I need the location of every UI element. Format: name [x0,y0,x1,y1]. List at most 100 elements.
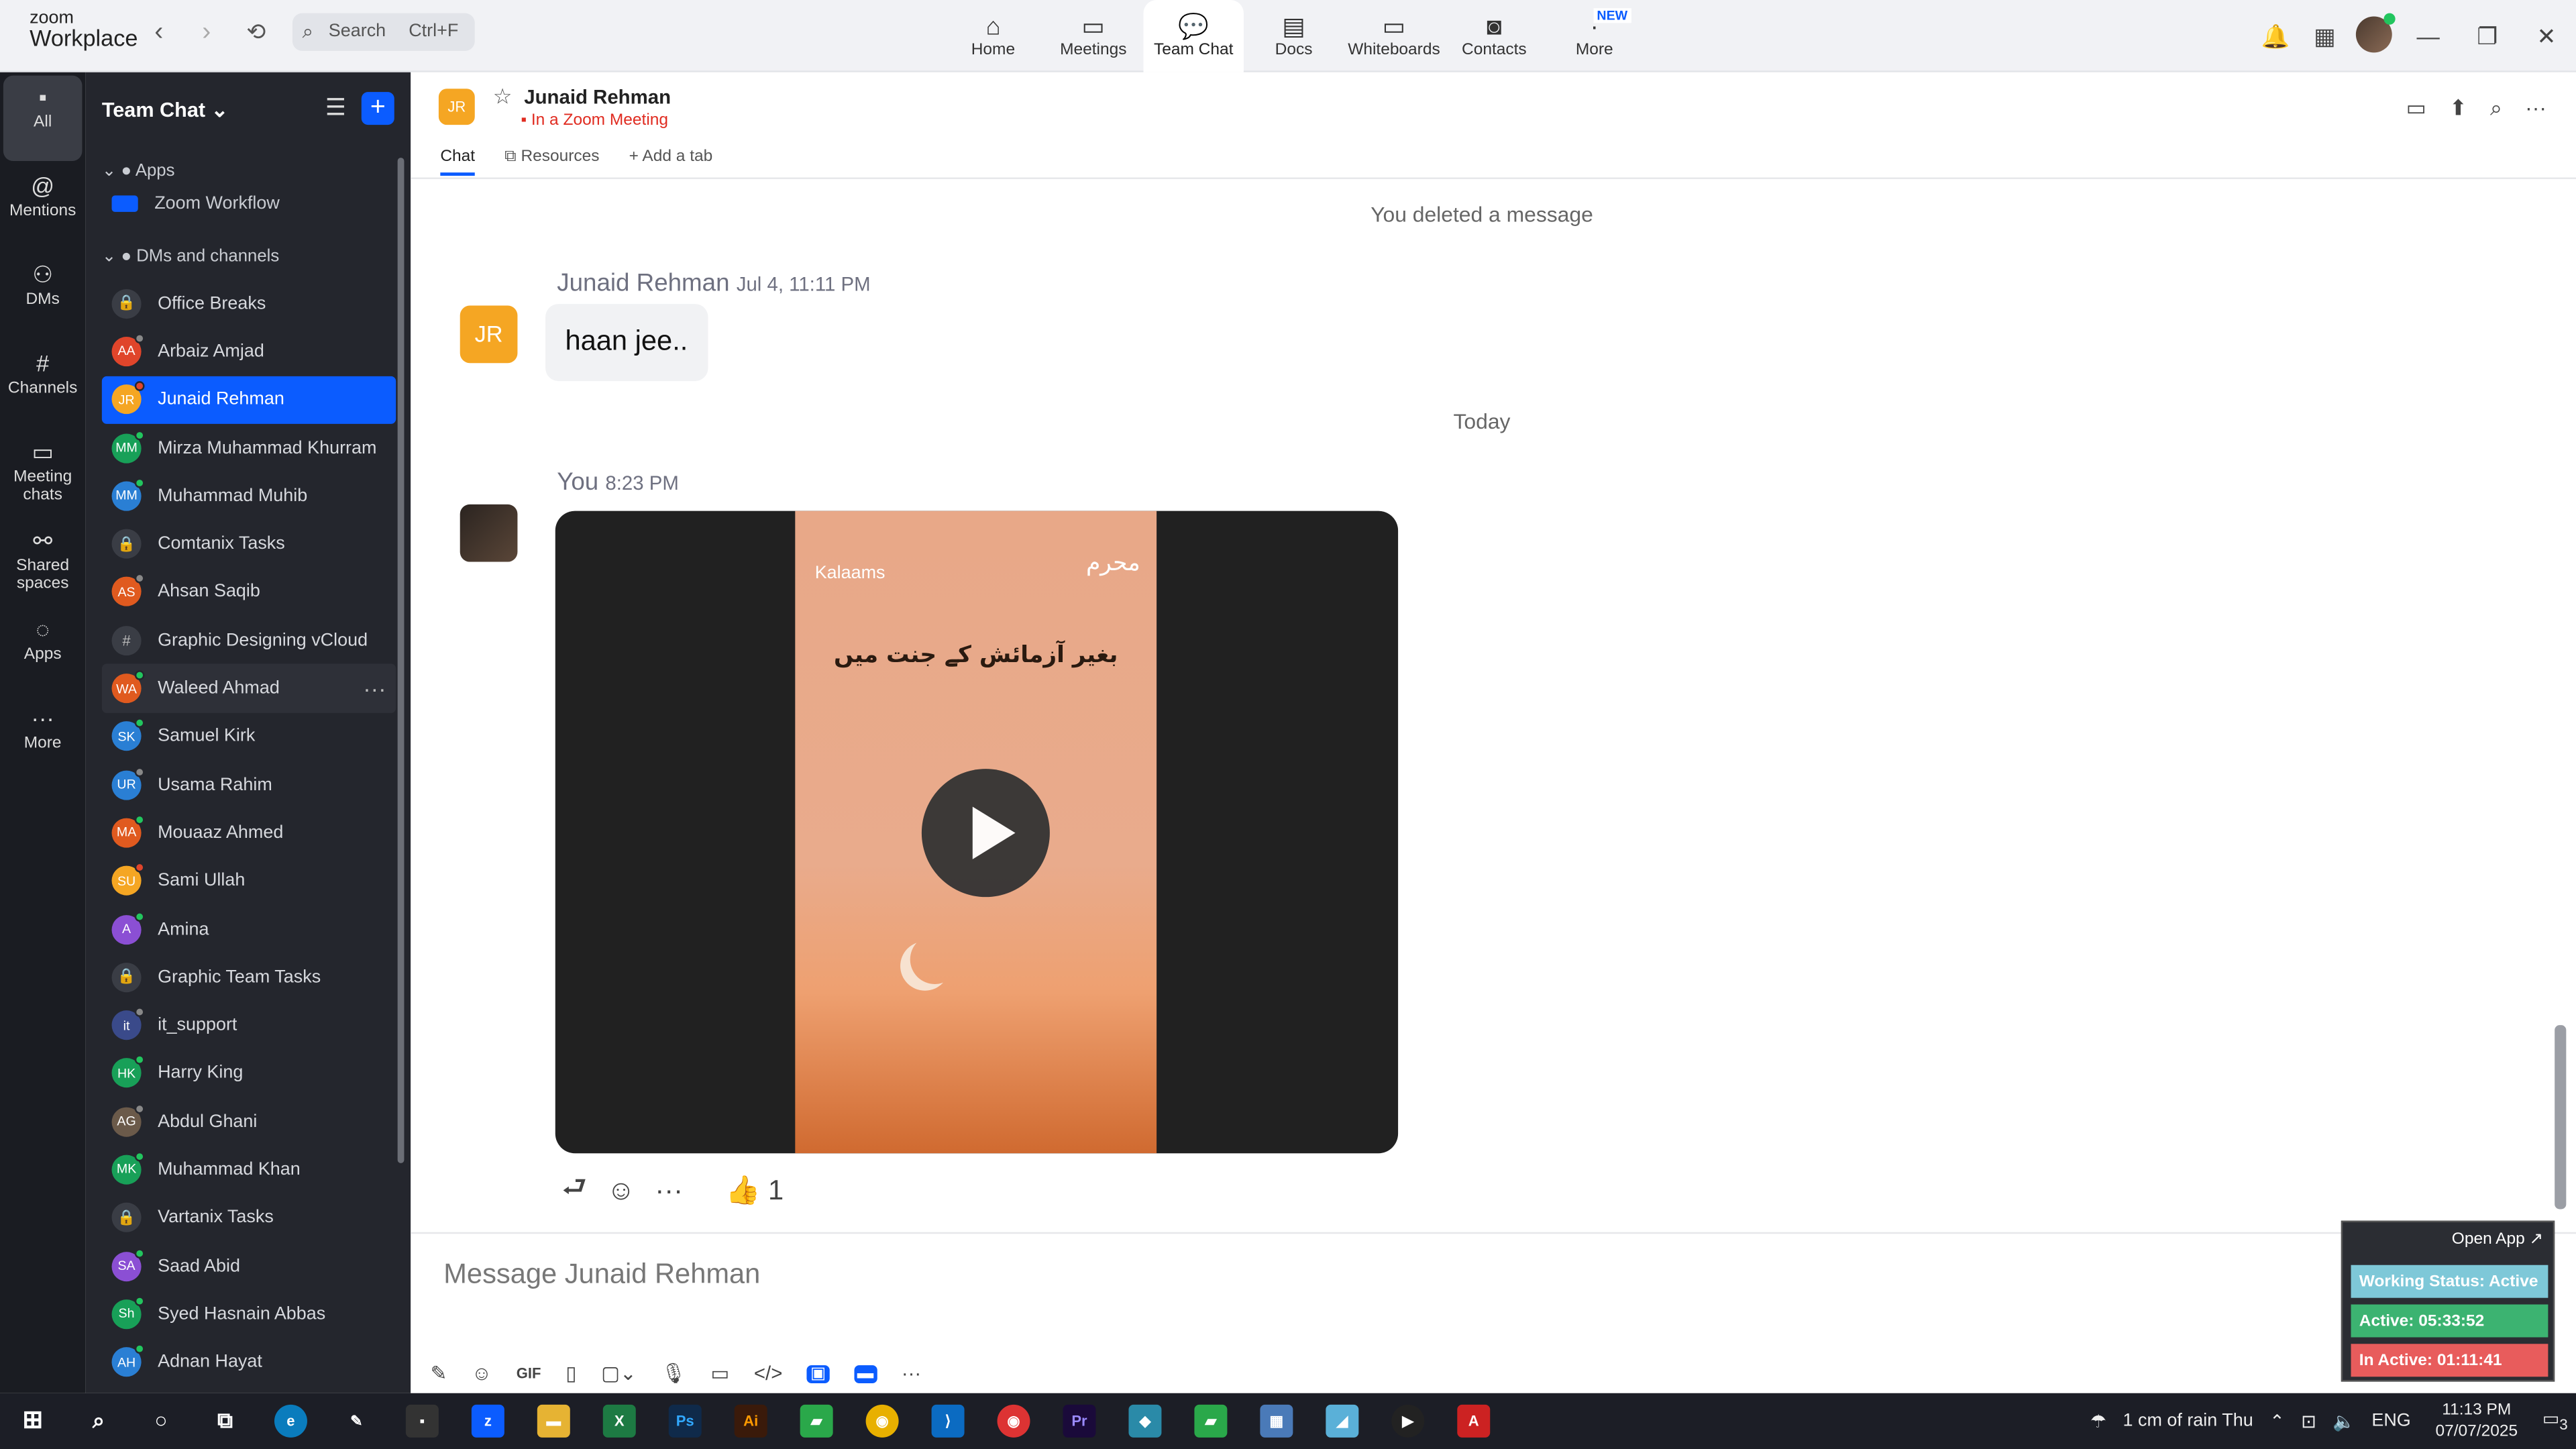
star-icon[interactable]: ☆ [493,84,513,110]
dms-section-header[interactable]: ⌄ ● DMs and channels [102,246,279,266]
rail-more[interactable]: ··· More [3,696,83,782]
sidebar-title[interactable]: Team Chat ⌄ [102,97,228,121]
chrome-icon[interactable]: ◉ [865,1404,899,1438]
tab-docs[interactable]: ▤ Docs [1244,0,1344,72]
app-icon[interactable]: ▬ [853,1364,877,1383]
reaction-chip[interactable]: 👍 1 [726,1174,784,1207]
dm-list-item[interactable]: UR Usama Rahim [102,761,396,809]
rail-shared-spaces[interactable]: ⚯ Shared spaces [3,519,83,604]
rail-mentions[interactable]: @ Mentions [3,164,83,250]
reply-icon[interactable]: ⮐ [562,1167,588,1214]
language-indicator[interactable]: ENG [2371,1411,2410,1431]
zoom-taskbar-icon[interactable]: z [471,1404,504,1438]
minimize-icon[interactable]: — [2399,23,2458,49]
task-view-icon[interactable]: ⧉ [209,1405,241,1438]
sender-avatar[interactable]: JR [460,305,518,364]
dm-list-item[interactable]: AA Arbaiz Amjad [102,327,396,376]
dm-list-item[interactable]: # Graphic Designing vCloud [102,616,396,665]
rail-channels[interactable]: # Channels [3,341,83,427]
tab-team-chat[interactable]: 💬 Team Chat [1143,0,1244,72]
volume-icon[interactable]: 🔈 [2332,1410,2355,1432]
play-icon[interactable] [921,769,1050,898]
dm-list-item[interactable]: SK Samuel Kirk [102,712,396,761]
chevron-up-icon[interactable]: ⌃ [2269,1410,2285,1432]
app-icon[interactable]: ◆ [1128,1404,1162,1438]
tab-resources[interactable]: ⧉ Resources [504,148,599,176]
vscode-icon[interactable]: ⟩ [931,1404,965,1438]
contact-name[interactable]: Junaid Rehman [524,85,671,108]
video-attachment[interactable]: Kalaams محرم بغیر آزمائش کے جنت میں [555,511,1399,1154]
photoshop-icon[interactable]: Ps [668,1404,702,1438]
dm-list-item[interactable]: 🔒 Comtanix Tasks [102,520,396,568]
share-screen-icon[interactable]: ⬆ [2449,95,2467,121]
emoji-icon[interactable]: ☺ [472,1362,492,1385]
more-options-icon[interactable]: ··· [2525,95,2546,121]
windows-start-icon[interactable]: ⊞ [16,1405,49,1438]
new-chat-button[interactable]: + [361,92,394,125]
media-player-icon[interactable]: ▶ [1391,1404,1425,1438]
message-input[interactable]: Message Junaid Rehman [443,1258,760,1291]
dm-list-item[interactable]: 🔒 Graphic Team Tasks [102,953,396,1002]
back-arrow-icon[interactable]: ‹ [154,18,163,48]
dm-list-item[interactable]: A Amina [102,905,396,953]
restore-icon[interactable]: ❐ [2458,22,2517,50]
rail-all[interactable]: ▪ All [3,75,83,162]
tab-more[interactable]: NEW · More [1544,0,1644,72]
app-icon[interactable]: ▣ [807,1364,830,1383]
gif-icon[interactable]: GIF [517,1365,541,1381]
file-icon[interactable]: ▯ [566,1362,576,1385]
search-icon[interactable]: ⌕ [2490,95,2502,121]
format-icon[interactable]: ✎ [431,1362,447,1385]
file-explorer-icon[interactable]: ▬ [537,1404,570,1438]
weather-icon[interactable]: ☂ [2090,1410,2106,1432]
dm-list-item[interactable]: HK Harry King [102,1049,396,1097]
tab-chat[interactable]: Chat [440,148,476,176]
pen-icon[interactable]: ✎ [340,1405,373,1438]
more-icon[interactable]: ··· [655,1174,683,1207]
dm-list-item[interactable]: WA Waleed Ahmad ··· [101,664,396,713]
acrobat-icon[interactable]: A [1457,1404,1491,1438]
search-icon[interactable]: ⌕ [82,1405,115,1438]
my-avatar[interactable] [460,504,518,562]
dm-list-item[interactable]: AG Abdul Ghani [102,1097,396,1146]
dm-list-item[interactable]: MK Muhammad Khan [102,1146,396,1194]
forward-arrow-icon[interactable]: › [202,18,211,48]
dm-list-item[interactable]: SA Saad Abid [102,1242,396,1290]
dm-list-item[interactable]: MM Muhammad Muhib [102,472,396,520]
app-green-icon[interactable]: ▰ [1194,1404,1228,1438]
premiere-icon[interactable]: Pr [1063,1404,1096,1438]
more-tools-icon[interactable]: ··· [902,1362,921,1385]
weather-text[interactable]: 1 cm of rain Thu [2123,1411,2253,1431]
dm-list-item[interactable]: Sh Syed Hasnain Abbas [102,1290,396,1338]
dm-list-item[interactable]: 🔒 Vartanix Tasks [102,1194,396,1242]
message-composer[interactable]: Message Junaid Rehman ✎ ☺ GIF ▯ ▢⌄ 🎙 ▭ <… [411,1232,2576,1393]
dm-list-item[interactable]: SU Sami Ullah [102,857,396,905]
sender-name[interactable]: Junaid Rehman [557,270,729,298]
dm-list-item[interactable]: it it_support [102,1002,396,1050]
close-icon[interactable]: ✕ [2517,22,2576,50]
apps-section-header[interactable]: ⌄ ● Apps [102,161,175,180]
app-icon[interactable]: ◢ [1326,1404,1359,1438]
dm-list-item[interactable]: AS Ahsan Saqib [102,568,396,616]
emoji-reaction-icon[interactable]: ☺ [606,1174,635,1207]
video-message-icon[interactable]: ▭ [710,1362,729,1385]
zoom-workflow-item[interactable]: Zoom Workflow [111,194,280,213]
audio-icon[interactable]: 🎙 [661,1362,686,1385]
dm-list-item[interactable]: MA Mouaaz Ahmed [102,809,396,857]
edge-icon[interactable]: e [274,1404,307,1438]
bell-icon[interactable]: 🔔 [2251,22,2300,50]
history-icon[interactable]: ⟲ [246,18,266,46]
chat-scrollbar[interactable] [2555,1025,2567,1210]
message-bubble[interactable]: haan jee.. [545,304,708,382]
filter-icon[interactable]: ☰ [325,94,346,122]
code-icon[interactable]: </> [754,1362,783,1385]
dm-list-item[interactable]: AH Adnan Hayat [102,1338,396,1387]
rail-apps[interactable]: ◌ Apps [3,608,83,693]
rail-dms[interactable]: ⚇ DMs [3,253,83,338]
video-call-icon[interactable]: ▭ [2406,95,2426,121]
clock[interactable]: 11:13 PM 07/07/2025 [2427,1400,2526,1443]
profile-avatar[interactable] [2349,12,2398,56]
screenshot-icon[interactable]: ▢⌄ [601,1362,636,1385]
dm-list-item[interactable]: 🔒 Office Breaks [102,279,396,327]
tab-meetings[interactable]: ▭ Meetings [1043,0,1143,72]
